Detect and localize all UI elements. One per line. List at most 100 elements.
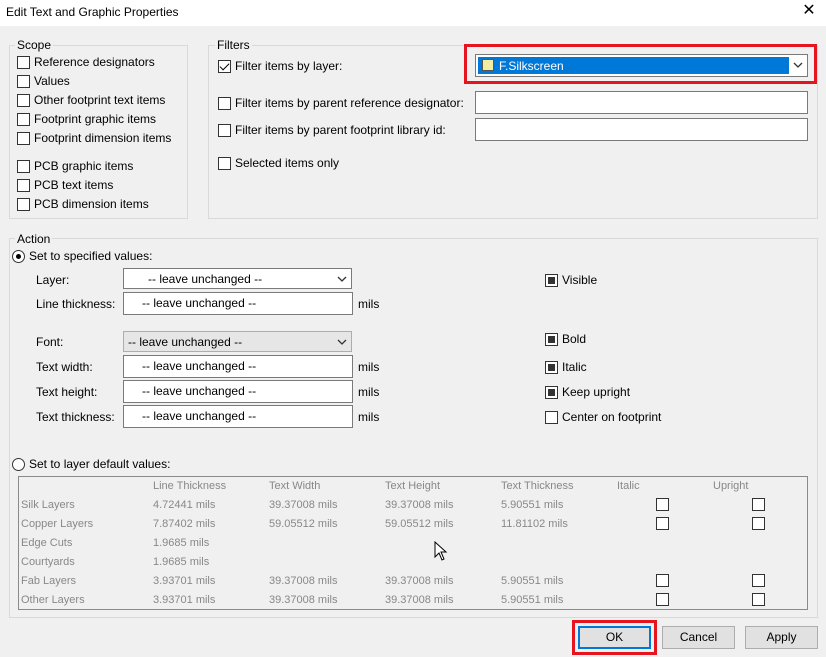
grid-cell-text-width: 39.37008 mils [269, 575, 338, 587]
italic-label: Italic [562, 360, 587, 374]
checkbox-label: Reference designators [34, 55, 155, 69]
radio-button[interactable] [12, 457, 25, 471]
grid-italic-checkbox[interactable] [656, 517, 669, 530]
grid-header-text-width: Text Width [269, 480, 321, 492]
checkbox[interactable] [218, 96, 231, 110]
filter-by-parent-ref-label: Filter items by parent reference designa… [235, 96, 464, 110]
checkbox[interactable] [17, 55, 30, 69]
checkbox[interactable] [545, 273, 558, 287]
text-thickness-label: Text thickness: [36, 410, 115, 424]
set-layer-default-option[interactable]: Set to layer default values: [12, 455, 170, 473]
checkbox[interactable] [17, 197, 30, 211]
center-on-footprint-checkbox[interactable]: Center on footprint [545, 408, 661, 426]
filter-by-parent-lib[interactable]: Filter items by parent footprint library… [218, 121, 446, 139]
grid-cell-text-thickness: 5.90551 mils [501, 594, 564, 606]
checkbox-label: PCB dimension items [34, 197, 149, 211]
checkbox-label: Footprint graphic items [34, 112, 157, 126]
grid-cell-text-thickness: 5.90551 mils [501, 575, 564, 587]
text-height-input[interactable]: -- leave unchanged -- [123, 380, 353, 403]
parent-ref-input[interactable] [475, 91, 808, 114]
checkbox[interactable] [545, 410, 558, 424]
grid-italic-checkbox[interactable] [656, 498, 669, 511]
grid-cell-text-width: 39.37008 mils [269, 594, 338, 606]
checkbox-label: Other footprint text items [34, 93, 166, 107]
checkbox[interactable] [17, 112, 30, 126]
bold-checkbox[interactable]: Bold [545, 330, 586, 348]
layer-defaults-grid: Line Thickness Text Width Text Height Te… [18, 476, 808, 610]
bold-label: Bold [562, 332, 587, 346]
grid-cell-text-thickness: 11.81102 mils [501, 518, 568, 530]
grid-upright-checkbox[interactable] [752, 574, 765, 587]
scope-footprint-dimension[interactable]: Footprint dimension items [17, 129, 171, 147]
ok-button[interactable]: OK [578, 626, 651, 649]
grid-header-line-thickness: Line Thickness [153, 480, 227, 492]
keep-upright-checkbox[interactable]: Keep upright [545, 383, 630, 401]
close-icon[interactable]: ✕ [800, 2, 818, 20]
center-on-footprint-label: Center on footprint [562, 410, 662, 424]
chevron-down-icon [337, 339, 347, 345]
grid-upright-checkbox[interactable] [752, 517, 765, 530]
checkbox[interactable] [545, 360, 558, 374]
grid-cell-line-thickness: 1.9685 mils [153, 556, 210, 568]
grid-cell-line-thickness: 1.9685 mils [153, 537, 210, 549]
filter-by-parent-ref[interactable]: Filter items by parent reference designa… [218, 94, 464, 112]
font-label: Font: [36, 335, 64, 349]
grid-cell-text-height: 39.37008 mils [385, 594, 454, 606]
grid-upright-checkbox[interactable] [752, 593, 765, 606]
text-width-input[interactable]: -- leave unchanged -- [123, 355, 353, 378]
grid-italic-checkbox[interactable] [656, 593, 669, 606]
checkbox[interactable] [17, 159, 30, 173]
scope-reference-designators[interactable]: Reference designators [17, 53, 171, 71]
grid-cell-line-thickness: 4.72441 mils [153, 499, 216, 511]
visible-label: Visible [562, 273, 598, 287]
layer-dropdown-value: -- leave unchanged -- [148, 272, 263, 286]
visible-checkbox[interactable]: Visible [545, 271, 597, 289]
parent-lib-input[interactable] [475, 118, 808, 141]
checkbox[interactable] [17, 178, 30, 192]
apply-button[interactable]: Apply [745, 626, 818, 649]
checkbox-label: Values [34, 74, 70, 88]
text-thickness-input[interactable]: -- leave unchanged -- [123, 405, 353, 428]
scope-group-label: Scope [15, 38, 54, 52]
filter-by-layer-label: Filter items by layer: [235, 59, 343, 73]
checkbox[interactable] [17, 93, 30, 107]
line-thickness-input[interactable]: -- leave unchanged -- [123, 292, 353, 315]
text-width-unit: mils [358, 360, 380, 374]
grid-header-text-height: Text Height [385, 480, 441, 492]
layer-dropdown[interactable]: -- leave unchanged -- [123, 268, 352, 289]
keep-upright-label: Keep upright [562, 385, 631, 399]
chevron-down-icon [337, 276, 347, 282]
checkbox[interactable] [17, 131, 30, 145]
font-dropdown-value: -- leave unchanged -- [128, 335, 243, 349]
scope-footprint-graphic[interactable]: Footprint graphic items [17, 110, 171, 128]
font-dropdown[interactable]: -- leave unchanged -- [123, 331, 352, 352]
filters-group-label: Filters [215, 38, 252, 52]
filter-by-layer[interactable]: Filter items by layer: [218, 57, 342, 75]
radio-button[interactable] [12, 249, 25, 263]
cancel-button[interactable]: Cancel [662, 626, 735, 649]
selected-items-only[interactable]: Selected items only [218, 154, 339, 172]
scope-pcb-text[interactable]: PCB text items [17, 176, 171, 194]
set-specified-values-option[interactable]: Set to specified values: [12, 247, 152, 265]
layer-filter-dropdown[interactable]: F.Silkscreen [475, 54, 808, 77]
scope-other-footprint-text[interactable]: Other footprint text items [17, 91, 171, 109]
grid-italic-checkbox[interactable] [656, 574, 669, 587]
grid-cell-text-width: 39.37008 mils [269, 499, 338, 511]
checkbox[interactable] [545, 332, 558, 346]
set-layer-default-label: Set to layer default values: [29, 457, 171, 471]
line-thickness-unit: mils [358, 297, 380, 311]
scope-values[interactable]: Values [17, 72, 171, 90]
grid-cell-line-thickness: 3.93701 mils [153, 594, 216, 606]
checkbox-label: PCB text items [34, 178, 114, 192]
checkbox[interactable] [218, 123, 231, 137]
grid-upright-checkbox[interactable] [752, 498, 765, 511]
checkbox[interactable] [545, 385, 558, 399]
scope-pcb-graphic[interactable]: PCB graphic items [17, 157, 171, 175]
set-specified-values-label: Set to specified values: [29, 249, 153, 263]
italic-checkbox[interactable]: Italic [545, 358, 587, 376]
scope-pcb-dimension[interactable]: PCB dimension items [17, 195, 171, 213]
checkbox[interactable] [218, 156, 231, 170]
checkbox[interactable] [17, 74, 30, 88]
checkbox[interactable] [218, 59, 231, 73]
text-thickness-unit: mils [358, 410, 380, 424]
